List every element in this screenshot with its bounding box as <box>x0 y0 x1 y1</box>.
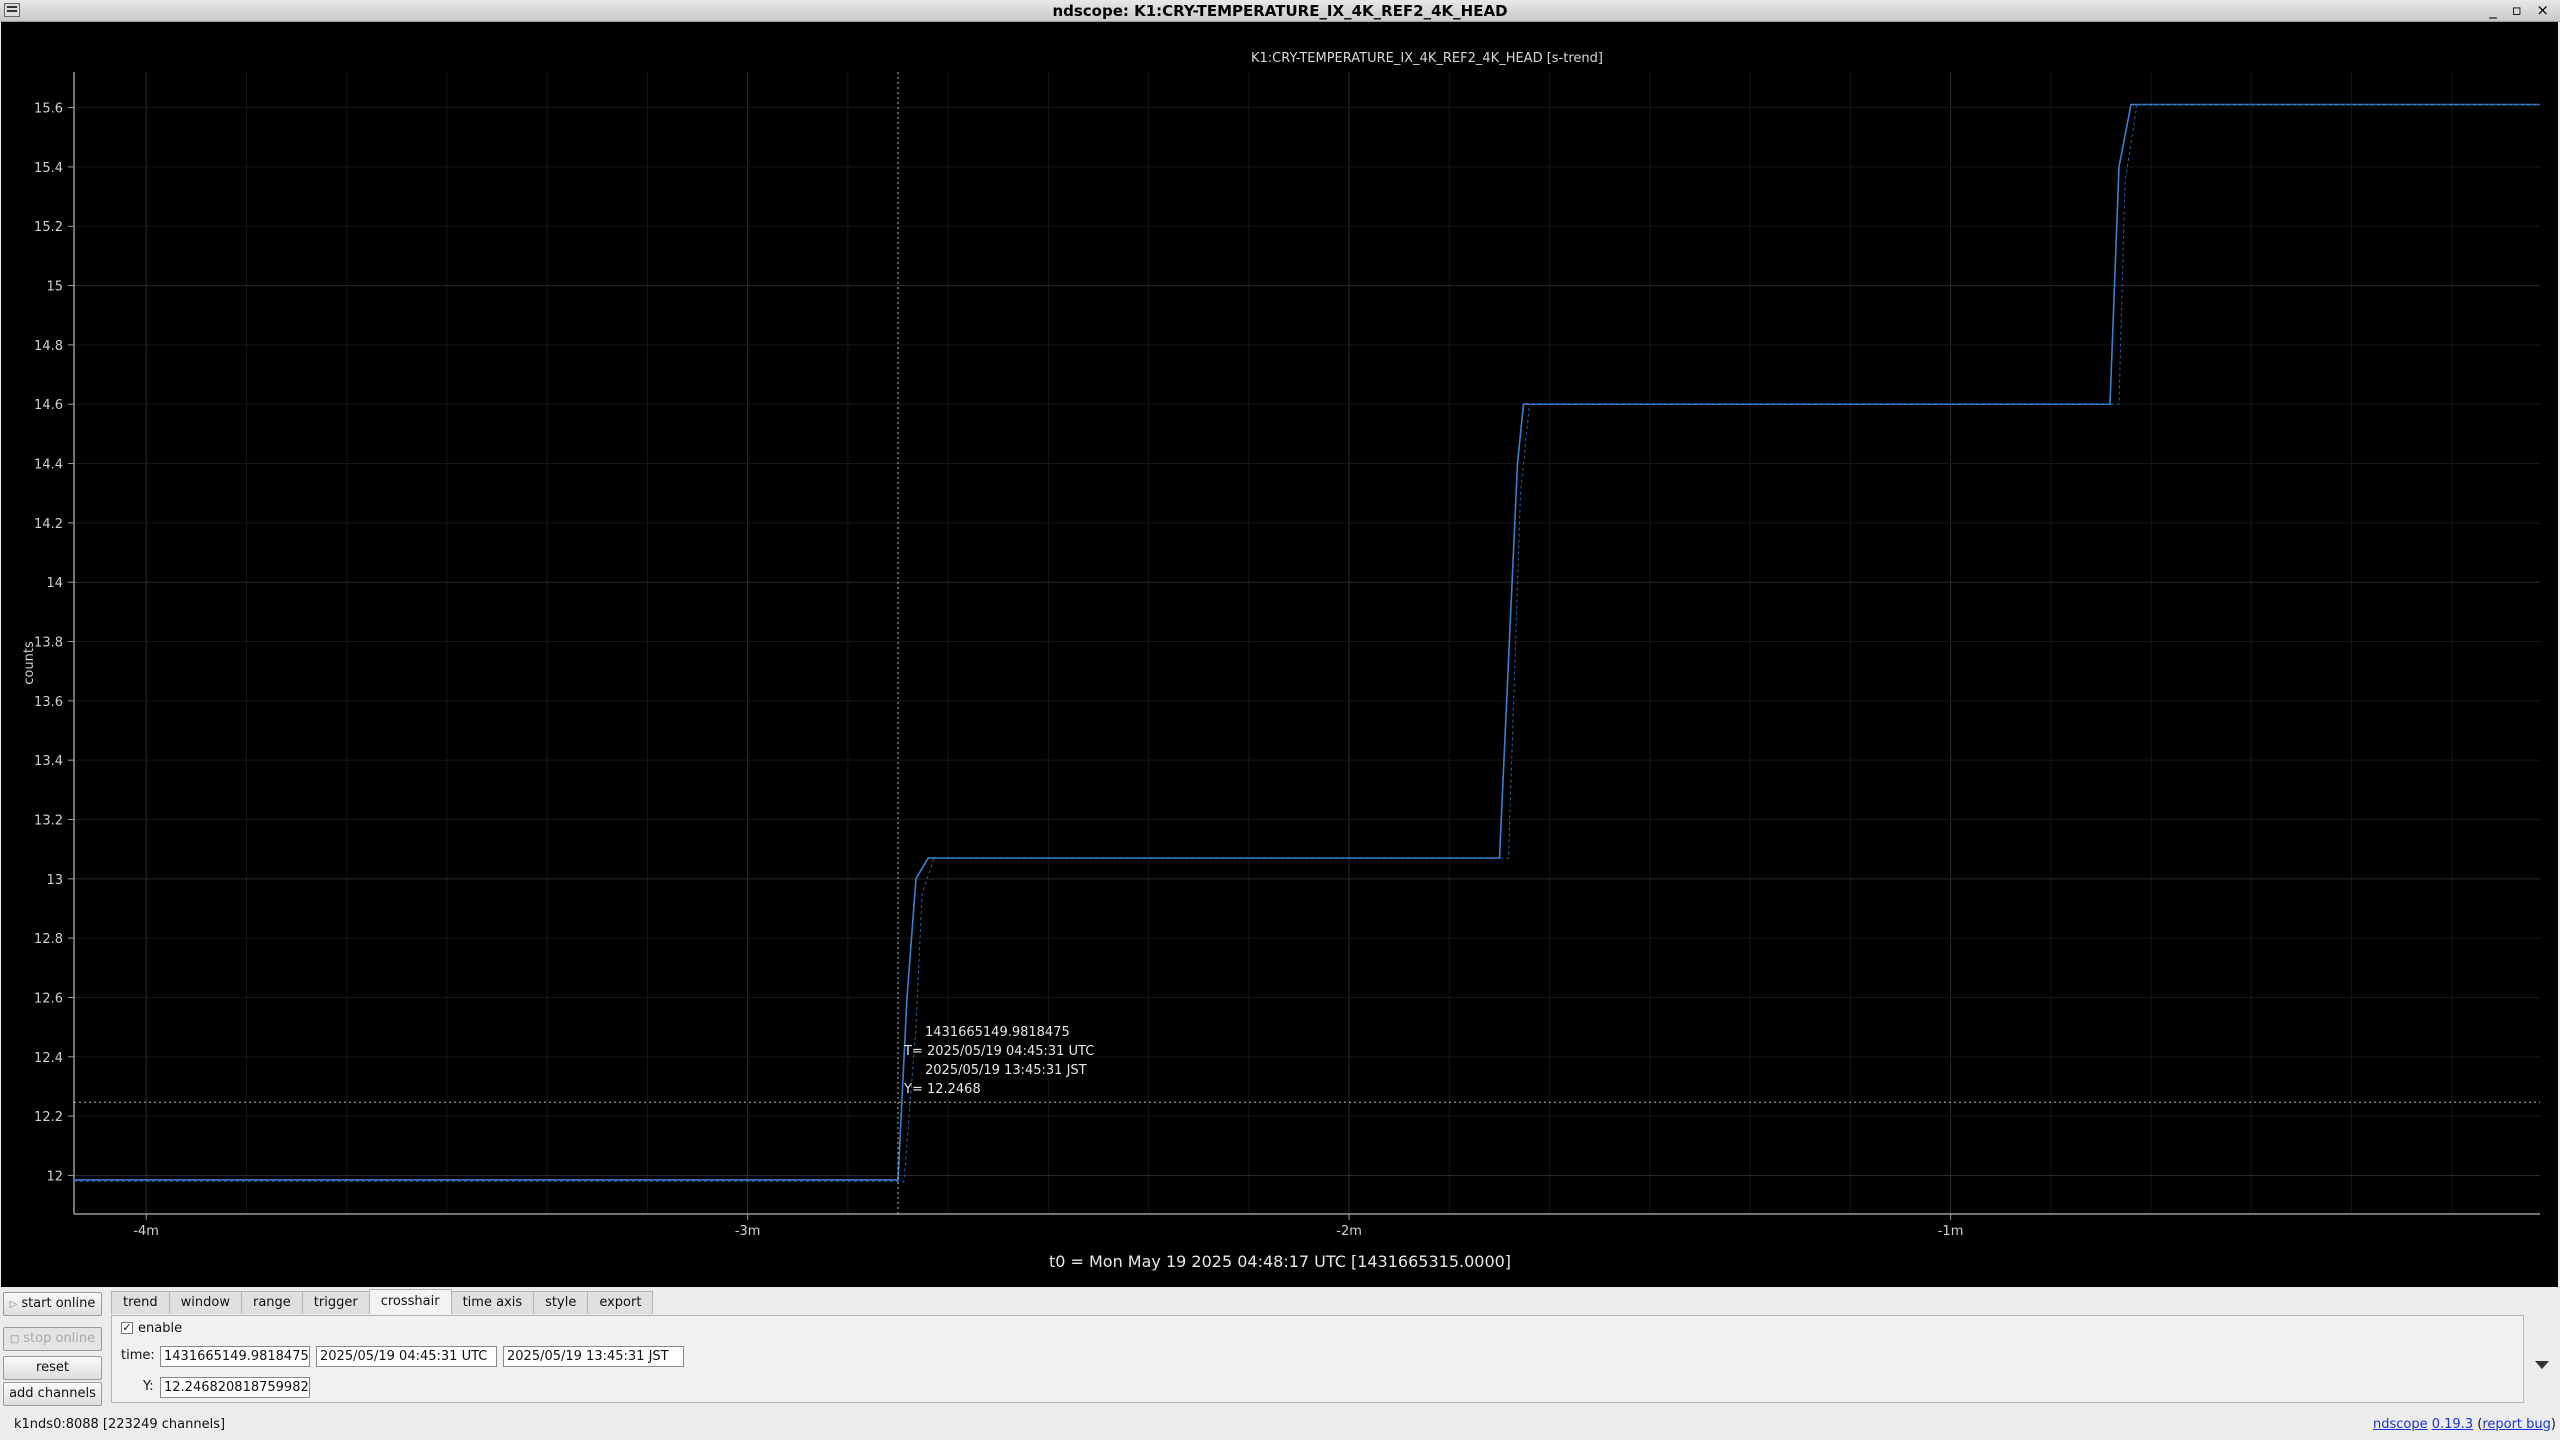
add-channels-button[interactable]: add channels <box>3 1382 102 1406</box>
y-tick-label: 13 <box>46 873 63 888</box>
stop-online-button[interactable]: □ stop online <box>3 1327 102 1351</box>
stop-icon: □ <box>9 1334 20 1345</box>
crosshair-y-label: Y= 12.2468 <box>903 1082 981 1097</box>
y-tick-label: 12.8 <box>34 932 63 947</box>
y-label: Y: <box>143 1379 154 1394</box>
server-status: k1nds0:8088 [223249 channels] <box>14 1417 226 1432</box>
series-line-mean <box>74 103 2540 1181</box>
window-controls[interactable]: _ ▫ × <box>2489 1 2554 19</box>
time-gps-field[interactable]: 1431665149.9818475 <box>160 1346 310 1367</box>
crosshair-gps-label: 1431665149.9818475 <box>925 1025 1070 1040</box>
version-info: ndscope 0.19.3 (report bug) <box>2373 1417 2556 1432</box>
x-tick-label: -1m <box>1938 1224 1964 1239</box>
tab-time-axis[interactable]: time axis <box>450 1291 535 1314</box>
chevron-down-icon[interactable] <box>2535 1361 2549 1369</box>
crosshair-utc-label: T= 2025/05/19 04:45:31 UTC <box>903 1044 1094 1059</box>
tab-trigger[interactable]: trigger <box>301 1291 370 1314</box>
y-tick-label: 15.4 <box>34 161 63 176</box>
reset-button[interactable]: reset <box>3 1356 102 1380</box>
x-tick-label: -4m <box>133 1224 159 1239</box>
time-utc-field[interactable]: 2025/05/19 04:45:31 UTC <box>316 1346 497 1367</box>
chart-title: K1:CRY-TEMPERATURE_IX_4K_REF2_4K_HEAD [s… <box>1251 51 1603 66</box>
enable-label: enable <box>138 1321 183 1336</box>
y-tick-label: 15.6 <box>34 102 63 117</box>
x-tick-label: -2m <box>1336 1224 1362 1239</box>
version-link[interactable]: 0.19.3 <box>2432 1417 2473 1432</box>
tab-export[interactable]: export <box>587 1291 654 1314</box>
t0-label: t0 = Mon May 19 2025 04:48:17 UTC [14316… <box>1048 1252 1512 1271</box>
time-label: time: <box>121 1348 155 1363</box>
report-bug-link[interactable]: report bug <box>2482 1417 2551 1432</box>
y-tick-label: 12 <box>46 1169 63 1184</box>
start-online-label: start online <box>21 1296 96 1311</box>
ndscope-link[interactable]: ndscope <box>2373 1417 2428 1432</box>
window-title: ndscope: K1:CRY-TEMPERATURE_IX_4K_REF2_4… <box>1052 2 1508 20</box>
y-tick-label: 12.2 <box>34 1110 63 1125</box>
y-tick-label: 14.8 <box>34 339 63 354</box>
y-tick-label: 13.4 <box>34 754 63 769</box>
y-tick-label: 13.2 <box>34 813 63 828</box>
control-tabs: trend window range trigger crosshair tim… <box>111 1289 654 1315</box>
start-online-button[interactable]: ▷ start online <box>3 1292 102 1316</box>
stop-online-label: stop online <box>23 1331 96 1346</box>
tab-window[interactable]: window <box>168 1291 242 1314</box>
tab-range[interactable]: range <box>240 1291 303 1314</box>
x-tick-label: -3m <box>735 1224 761 1239</box>
y-tick-label: 13.6 <box>34 695 63 710</box>
y-tick-label: 14.6 <box>34 398 63 413</box>
y-tick-label: 15.2 <box>34 220 63 235</box>
tab-crosshair[interactable]: crosshair <box>368 1289 452 1314</box>
time-jst-field[interactable]: 2025/05/19 13:45:31 JST <box>503 1346 684 1367</box>
y-tick-label: 12.4 <box>34 1051 63 1066</box>
paren-close: ) <box>2550 1417 2556 1432</box>
tab-trend[interactable]: trend <box>111 1291 170 1314</box>
play-icon: ▷ <box>9 1299 18 1310</box>
y-tick-label: 15 <box>46 280 63 295</box>
tab-style[interactable]: style <box>533 1291 589 1314</box>
y-value-field[interactable]: 12.246820818759982 <box>160 1377 310 1398</box>
y-tick-label: 14.4 <box>34 458 63 473</box>
enable-checkbox[interactable]: ✓ <box>121 1322 133 1334</box>
crosshair-jst-label: 2025/05/19 13:45:31 JST <box>925 1063 1087 1078</box>
series-line-minmax <box>74 104 2540 1182</box>
window-title-bar[interactable]: ndscope: K1:CRY-TEMPERATURE_IX_4K_REF2_4… <box>0 0 2560 22</box>
y-axis-label: counts <box>22 641 37 685</box>
y-tick-label: 12.6 <box>34 991 63 1006</box>
plot-svg[interactable]: 12 12.2 12.4 12.6 12.8 13 13.2 13.4 13.6 13.8 14 14… <box>1 22 2558 1287</box>
y-tick-label: 14.2 <box>34 517 63 532</box>
plot-area[interactable]: 12 12.2 12.4 12.6 12.8 13 13.2 13.4 13.6 13.8 14 14… <box>1 22 2558 1287</box>
y-tick-label: 13.8 <box>34 636 63 651</box>
y-tick-label: 14 <box>46 576 63 591</box>
